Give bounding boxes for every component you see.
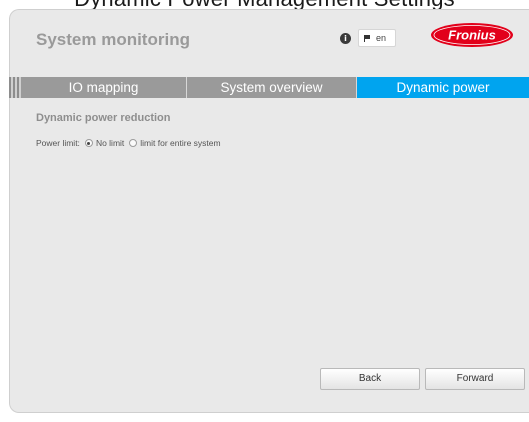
- fronius-logo: Fronius: [431, 23, 513, 47]
- section-title: Dynamic power reduction: [36, 112, 171, 124]
- flag-icon: [364, 35, 371, 42]
- back-button[interactable]: Back: [320, 368, 420, 390]
- entire-system-limit-radio[interactable]: [129, 139, 138, 147]
- entire-system-limit-label[interactable]: limit for entire system: [140, 138, 220, 148]
- tab-bar: IO mapping System overview Dynamic power: [9, 77, 529, 98]
- page-title: System monitoring: [36, 30, 190, 49]
- app-panel: [9, 9, 529, 413]
- power-limit-row: Power limit: No limit limit for entire s…: [36, 138, 221, 148]
- tab-io-mapping[interactable]: IO mapping: [21, 77, 187, 98]
- tab-system-overview[interactable]: System overview: [187, 77, 357, 98]
- tab-dynamic-power[interactable]: Dynamic power: [357, 77, 529, 98]
- language-selector[interactable]: en: [358, 29, 396, 47]
- info-icon[interactable]: i: [340, 33, 351, 44]
- power-limit-label: Power limit:: [36, 138, 80, 148]
- logo-text: Fronius: [448, 28, 496, 43]
- no-limit-label[interactable]: No limit: [96, 138, 124, 148]
- tab-grip: [9, 77, 21, 98]
- forward-button[interactable]: Forward: [425, 368, 525, 390]
- language-label: en: [376, 33, 387, 43]
- no-limit-radio[interactable]: [84, 139, 93, 147]
